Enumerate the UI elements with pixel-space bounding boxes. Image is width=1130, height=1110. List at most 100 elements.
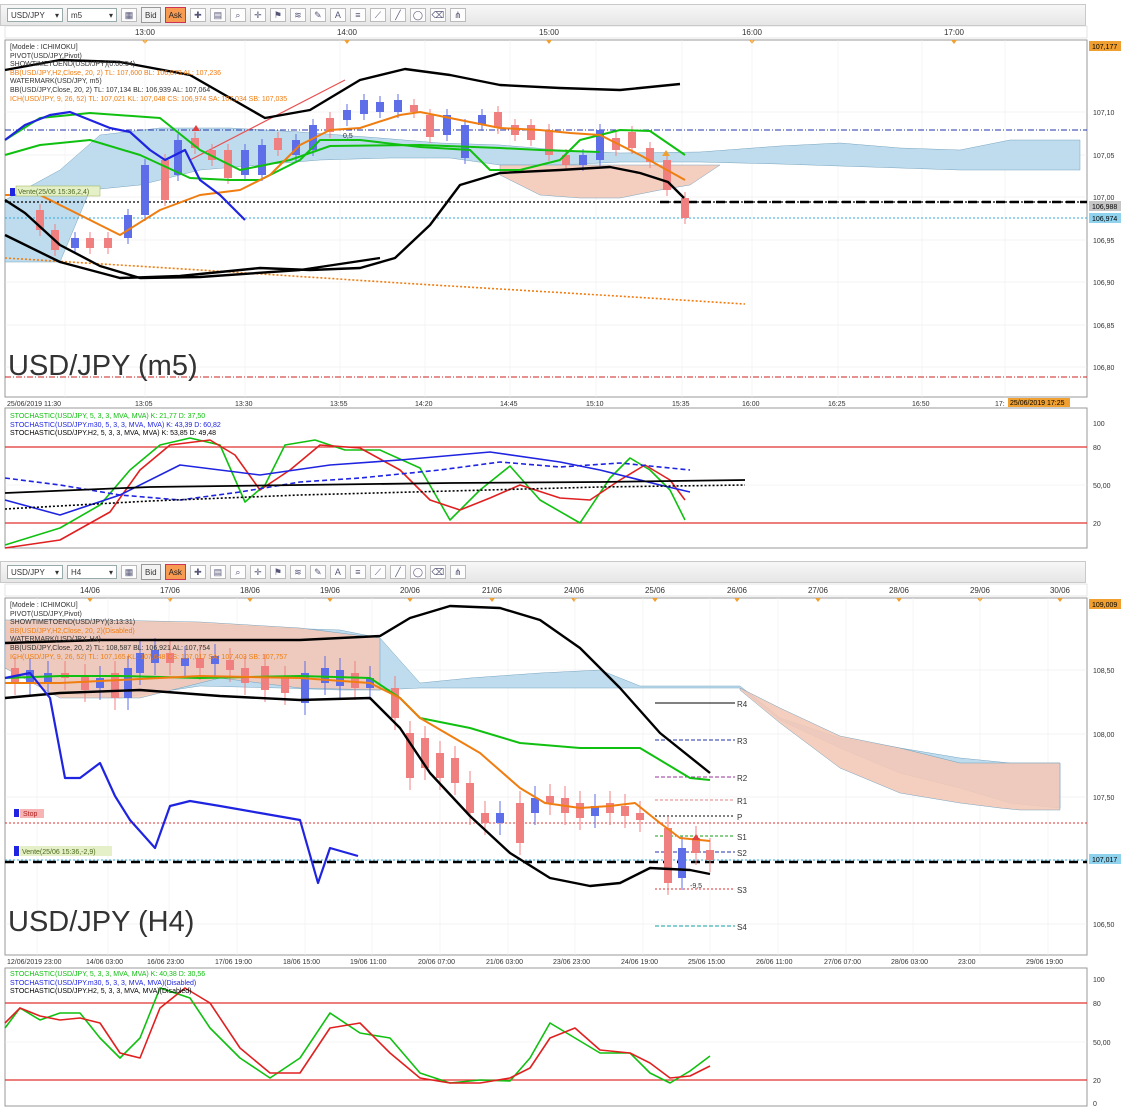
pivot-label: S3 xyxy=(737,886,747,895)
candle-body xyxy=(426,115,434,137)
legend-watermark: WATERMARK(USD/JPY, m5) xyxy=(10,78,102,86)
stoch-legend-1: STOCHASTIC(USD/JPY, 5, 3, 3, MVA, MVA) K… xyxy=(10,971,206,978)
candle-body xyxy=(124,668,132,698)
top-legend: [Modele : ICHIMOKU] PIVOT(USD/JPY,Pivot)… xyxy=(10,44,287,104)
time-top-label: 16:00 xyxy=(742,28,763,37)
price-axis-label: 106,85 xyxy=(1093,323,1115,330)
candle-body xyxy=(274,138,282,150)
time-axis-label: 13:05 xyxy=(135,401,153,408)
pivot-label: R4 xyxy=(737,700,748,709)
price-axis-label: 106,50 xyxy=(1093,922,1115,929)
candle-body xyxy=(81,676,89,690)
time-top-label: 14:00 xyxy=(337,28,358,37)
pivot-label: S2 xyxy=(737,849,747,858)
sell-marker-icon xyxy=(14,846,19,856)
stop-marker-icon xyxy=(14,809,19,817)
candle-body xyxy=(606,803,614,813)
candle-body xyxy=(343,110,351,120)
candle-body xyxy=(628,132,636,148)
candle-body xyxy=(481,813,489,823)
candle-body xyxy=(174,140,182,175)
candle-body xyxy=(96,678,104,688)
pivot-label: R1 xyxy=(737,797,748,806)
time-axis-label: 23/06 23:00 xyxy=(553,959,590,966)
time-top-label: 15:00 xyxy=(539,28,560,37)
time-axis-label: 17: xyxy=(995,401,1005,408)
price-axis-label: 107,50 xyxy=(1093,795,1115,802)
candle-body xyxy=(516,803,524,843)
time-axis-label: 14/06 03:00 xyxy=(86,959,123,966)
stoch-legend-1: STOCHASTIC(USD/JPY, 5, 3, 3, MVA, MVA) K… xyxy=(10,413,206,420)
candle-body xyxy=(410,105,418,112)
price-axis-label: 108,50 xyxy=(1093,668,1115,675)
candle-body xyxy=(621,806,629,816)
bottom-legend: [Modele : ICHIMOKU] PIVOT(USD/JPY,Pivot)… xyxy=(10,602,287,662)
legend-pivot: PIVOT(USD/JPY,Pivot) xyxy=(10,52,82,60)
time-axis-label: 24/06 19:00 xyxy=(621,959,658,966)
candle-body xyxy=(678,848,686,878)
candle-body xyxy=(546,796,554,803)
time-axis-label: 25/06/2019 11:30 xyxy=(7,401,61,408)
time-top-label: 14/06 xyxy=(80,586,101,595)
stoch-axis-label: 100 xyxy=(1093,421,1105,428)
candle-body xyxy=(360,100,368,114)
sell-tag-text: Vente(25/06 15:36,2,4) xyxy=(18,189,89,196)
price-tag: 106,988 xyxy=(1092,204,1117,211)
price-tag: 107,177 xyxy=(1092,44,1117,51)
stoch-axis-label: 100 xyxy=(1093,977,1105,984)
candle-body xyxy=(71,238,79,248)
candle-body xyxy=(531,798,539,813)
time-axis-label: 14:20 xyxy=(415,401,433,408)
candle-body xyxy=(576,803,584,818)
candle-body xyxy=(86,238,94,248)
candle-body xyxy=(104,238,112,248)
candle-body xyxy=(461,125,469,158)
time-top-label: 18/06 xyxy=(240,586,261,595)
time-top-label: 24/06 xyxy=(564,586,585,595)
time-axis-label: 12/06/2019 23:00 xyxy=(7,959,62,966)
legend-ichimoku: ICH(USD/JPY, 9, 26, 52) TL: 107,021 KL: … xyxy=(10,95,288,103)
stoch-axis-label: 20 xyxy=(1093,521,1101,528)
time-top-label: 13:00 xyxy=(135,28,156,37)
candle-body xyxy=(124,215,132,238)
legend-timetoend: SHOWTIMETOEND(USD/JPY)(3:13:31) xyxy=(10,619,136,627)
time-axis-label: 16:00 xyxy=(742,401,760,408)
time-top-label: 19/06 xyxy=(320,586,341,595)
candle-body xyxy=(394,100,402,112)
time-axis-label: 16:50 xyxy=(912,401,930,408)
candle-body xyxy=(351,673,359,688)
pivot-label: R2 xyxy=(737,774,748,783)
time-tag: 25/06/2019 17:25 xyxy=(1010,400,1065,407)
time-axis-label: 16:25 xyxy=(828,401,846,408)
candle-body xyxy=(44,673,52,683)
legend-model: [Modele : ICHIMOKU] xyxy=(10,602,78,609)
price-axis-label: 107,00 xyxy=(1093,195,1115,202)
time-top-label: 29/06 xyxy=(970,586,991,595)
candle-body xyxy=(511,125,519,135)
top-watermark: USD/JPY (m5) xyxy=(8,350,198,382)
candle-body xyxy=(141,165,149,215)
time-axis-label: 26/06 11:00 xyxy=(756,959,793,966)
candle-body xyxy=(494,112,502,128)
candle-body xyxy=(663,160,671,190)
legend-ichimoku: ICH(USD/JPY, 9, 26, 52) TL: 107,165 KL: … xyxy=(10,653,288,661)
time-axis-label: 28/06 03:00 xyxy=(891,959,928,966)
trade-annotation: 0,5 xyxy=(343,133,353,140)
price-axis-label: 106,95 xyxy=(1093,238,1115,245)
stoch-axis-label: 20 xyxy=(1093,1078,1101,1085)
candle-body xyxy=(451,758,459,783)
candle-body xyxy=(664,828,672,883)
candle-body xyxy=(258,145,266,175)
stoch-axis-label: 50,00 xyxy=(1093,1040,1111,1047)
price-tag: 109,009 xyxy=(1092,602,1117,609)
candle-body xyxy=(436,753,444,778)
time-axis-label: 20/06 07:00 xyxy=(418,959,455,966)
trade-annotation: -9,5 xyxy=(690,883,702,890)
price-tag: 107,017 xyxy=(1092,857,1117,864)
legend-bb: BB(USD/JPY,Close, 20, 2) TL: 107,134 BL:… xyxy=(10,86,211,94)
time-axis-label: 13:30 xyxy=(235,401,253,408)
time-top-label: 17/06 xyxy=(160,586,181,595)
time-top-label: 25/06 xyxy=(645,586,666,595)
stoch-axis-label: 0 xyxy=(1093,1101,1097,1108)
time-axis-label: 16/06 23:00 xyxy=(147,959,184,966)
